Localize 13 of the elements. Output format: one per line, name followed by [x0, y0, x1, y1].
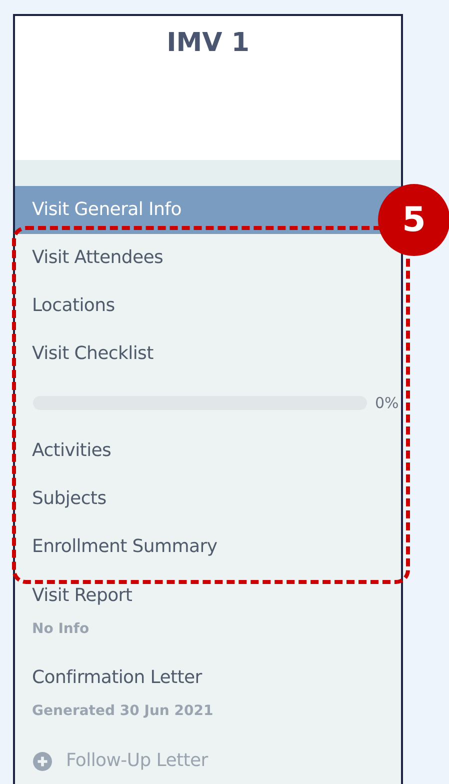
nav-item[interactable]: Confirmation Letter: [32, 663, 202, 693]
visit-title: IMV 1: [166, 28, 250, 58]
nav-item[interactable]: Locations: [15, 282, 401, 330]
nav-item[interactable]: Visit Report: [32, 581, 132, 611]
nav-item[interactable]: Subjects: [15, 475, 401, 523]
status-text: Generated 30 Jun 2021: [32, 702, 214, 721]
nav-item[interactable]: Visit Checklist: [15, 330, 401, 378]
step-badge: 5: [378, 184, 449, 256]
progress-percent: 0%: [375, 394, 399, 412]
add-circle-icon[interactable]: [33, 752, 52, 770]
nav-item[interactable]: Activities: [15, 427, 401, 475]
nav-item[interactable]: Enrollment Summary: [15, 523, 401, 571]
status-text: No Info: [32, 620, 90, 639]
